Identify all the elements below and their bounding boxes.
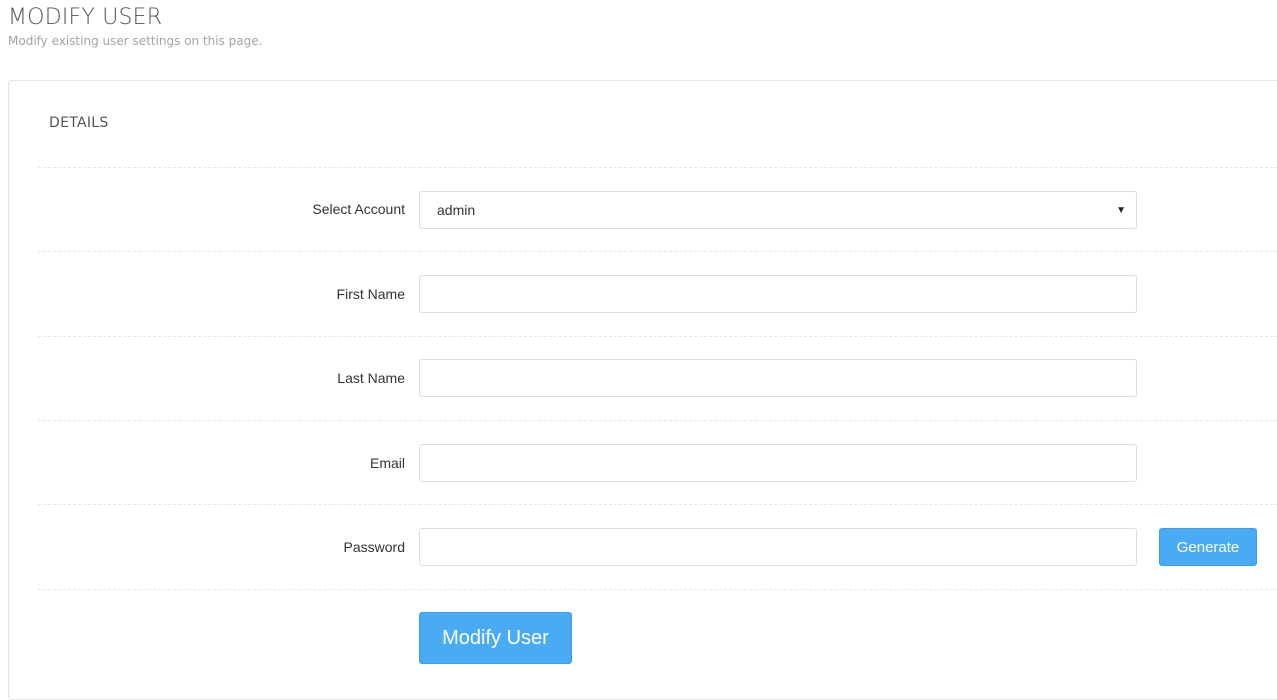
- divider: [38, 251, 1277, 252]
- divider: [38, 504, 1277, 505]
- account-select[interactable]: admin ▼: [419, 191, 1137, 229]
- chevron-down-icon: ▼: [1116, 204, 1126, 216]
- last-name-input[interactable]: [419, 359, 1137, 397]
- email-input[interactable]: [419, 444, 1137, 482]
- page-header: MODIFY USER Modify existing user setting…: [8, 4, 262, 49]
- email-label: Email: [369, 455, 405, 471]
- divider: [38, 336, 1277, 337]
- page-subtitle: Modify existing user settings on this pa…: [8, 34, 263, 48]
- account-select-value: admin: [437, 202, 476, 218]
- divider: [38, 589, 1277, 590]
- last-name-label: Last Name: [337, 370, 405, 386]
- divider: [38, 420, 1277, 421]
- panel-heading: DETAILS: [49, 115, 109, 131]
- select-account-label: Select Account: [312, 201, 405, 217]
- details-panel: DETAILS Select Account admin ▼ First Nam…: [8, 80, 1277, 700]
- generate-password-button[interactable]: Generate: [1159, 528, 1257, 566]
- page-title: MODIFY USER: [8, 5, 163, 30]
- password-input[interactable]: [419, 528, 1137, 566]
- password-label: Password: [343, 539, 405, 555]
- first-name-label: First Name: [336, 286, 405, 302]
- modify-user-button[interactable]: Modify User: [419, 612, 572, 664]
- first-name-input[interactable]: [419, 275, 1137, 313]
- divider: [38, 167, 1277, 168]
